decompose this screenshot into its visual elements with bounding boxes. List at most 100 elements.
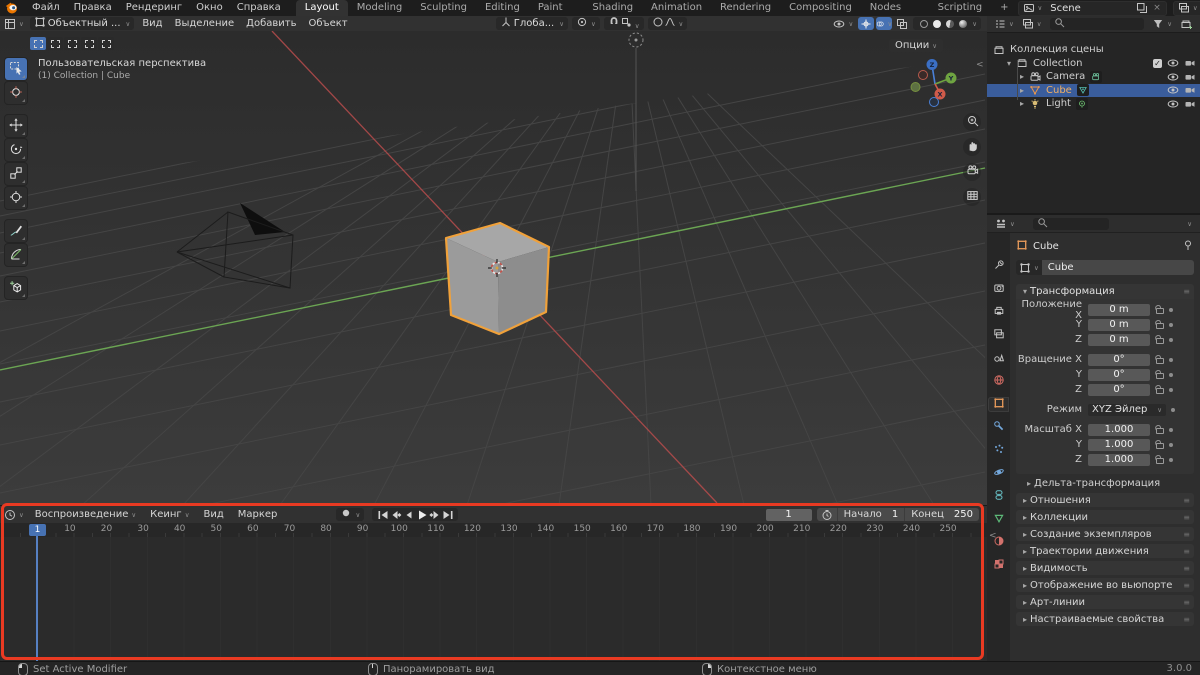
outliner-row-collection[interactable]: Collection (987, 57, 1200, 71)
play-button[interactable] (415, 509, 428, 521)
zoom-view-button[interactable] (963, 113, 981, 131)
properties-tab-modifiers[interactable] (988, 420, 1009, 435)
animate-dot-icon[interactable] (1169, 388, 1173, 392)
outliner-filter-id-icon[interactable] (1018, 18, 1046, 30)
properties-tab-constraints[interactable] (988, 489, 1009, 504)
tool-rotate[interactable] (5, 139, 27, 161)
viewport-menu-Вид[interactable]: Вид (136, 18, 168, 29)
viewport-menu-Объект[interactable]: Объект (303, 18, 354, 29)
pan-view-button[interactable] (963, 138, 981, 156)
next-keyframe-button[interactable] (428, 509, 441, 521)
pin-icon[interactable] (1182, 239, 1194, 254)
workspace-tab-Animation[interactable]: Animation (642, 0, 711, 16)
lock-icon[interactable] (1155, 385, 1164, 395)
mode-selector-dropdown[interactable]: Объектный ... (30, 17, 135, 30)
menu-Рендеринг[interactable]: Рендеринг (119, 0, 189, 16)
menu-Файл[interactable]: Файл (25, 0, 67, 16)
properties-editor-type-icon[interactable] (991, 218, 1019, 230)
animate-dot-icon[interactable] (1169, 323, 1173, 327)
timeline-editor[interactable]: ВоспроизведениеКеингВидМаркер 1 Начало 1… (0, 505, 987, 662)
section-Отображение во вьюпорте[interactable]: Отображение во вьюпорте (1016, 578, 1194, 592)
transform-panel-header[interactable]: Трансформация (1016, 284, 1194, 299)
toggle-camera-visibility[interactable] (1184, 71, 1196, 83)
tool-add-cube[interactable] (5, 277, 27, 299)
new-collection-icon[interactable] (1176, 18, 1197, 30)
toggle-eye[interactable] (1167, 71, 1179, 83)
playhead[interactable] (36, 536, 38, 662)
timeline-editor-type-icon[interactable] (0, 509, 28, 521)
outliner-display-mode-icon[interactable] (990, 18, 1018, 30)
properties-options-icon[interactable] (1180, 220, 1196, 228)
toggle-camera-visibility[interactable] (1184, 98, 1196, 110)
tool-select-box[interactable] (5, 58, 27, 80)
show-gizmo-toggle[interactable] (858, 17, 874, 30)
properties-tab-tool[interactable] (988, 259, 1009, 274)
show-object-types-icon[interactable] (829, 18, 857, 30)
rotation-x-field[interactable]: 0° (1088, 354, 1150, 366)
gizmo-neg-x[interactable] (919, 71, 928, 80)
properties-tab-world[interactable] (988, 374, 1009, 389)
tool-transform[interactable] (5, 187, 27, 209)
animate-dot-icon[interactable] (1169, 358, 1173, 362)
lock-icon[interactable] (1155, 440, 1164, 450)
lock-icon[interactable] (1155, 455, 1164, 465)
browse-scene-icon[interactable] (1021, 2, 1045, 14)
outliner-row-scene-collection[interactable]: Коллекция сцены (987, 43, 1200, 57)
section-Коллекции[interactable]: Коллекции (1016, 510, 1194, 524)
frame-start-field[interactable]: Начало 1 (837, 508, 905, 521)
shading-solid-icon[interactable] (933, 20, 941, 28)
frame-end-field[interactable]: Конец 250 (904, 508, 979, 521)
tool-measure[interactable] (5, 244, 27, 266)
select-mode-button-1[interactable] (30, 37, 46, 50)
toggle-eye[interactable] (1167, 84, 1179, 96)
section-Траектории движения[interactable]: Траектории движения (1016, 544, 1194, 558)
tool-move[interactable] (5, 115, 27, 137)
location-y-field[interactable]: 0 m (1088, 319, 1150, 331)
record-icon[interactable] (340, 507, 352, 522)
pivot-point-dropdown[interactable] (572, 17, 600, 30)
toggle-eye[interactable] (1167, 98, 1179, 110)
workspace-tab-Geometry Nodes[interactable]: Geometry Nodes (861, 0, 929, 16)
properties-tab-output[interactable] (988, 305, 1009, 320)
properties-tab-particles[interactable] (988, 443, 1009, 458)
scale-y-field[interactable]: 1.000 (1088, 439, 1150, 451)
toggle-eye[interactable] (1167, 57, 1179, 69)
use-preview-range-icon[interactable] (817, 509, 837, 521)
gizmo-neg-y[interactable] (911, 83, 920, 92)
workspace-tab-Layout[interactable]: Layout (296, 0, 348, 16)
toggle-perspective-button[interactable] (963, 188, 981, 206)
menu-Окно[interactable]: Окно (189, 0, 230, 16)
camera-view-button[interactable] (963, 163, 981, 181)
animate-dot-icon[interactable] (1169, 373, 1173, 377)
cube-object[interactable] (446, 223, 549, 334)
delta-transform-section[interactable]: Дельта-трансформация (1016, 476, 1194, 490)
outliner-filter-icon[interactable] (1148, 18, 1176, 30)
jump-to-start-button[interactable] (376, 509, 389, 521)
scale-x-field[interactable]: 1.000 (1088, 424, 1150, 436)
outliner-search-input[interactable] (1050, 18, 1145, 30)
proportional-edit-group[interactable] (648, 17, 688, 30)
object-id-icon[interactable] (1016, 260, 1042, 275)
sidebar-toggle-icon[interactable]: < (976, 60, 984, 70)
section-Создание экземпляров[interactable]: Создание экземпляров (1016, 527, 1194, 541)
navigation-gizmo[interactable]: Z Y X (909, 56, 965, 112)
properties-tab-scene[interactable] (988, 351, 1009, 366)
toggle-camera-visibility[interactable] (1184, 57, 1196, 69)
properties-tab-view-layer[interactable] (988, 328, 1009, 343)
menu-Справка[interactable]: Справка (230, 0, 288, 16)
lock-icon[interactable] (1155, 305, 1164, 315)
animate-dot-icon[interactable] (1169, 443, 1173, 447)
workspace-tab-Texture Paint[interactable]: Texture Paint (529, 0, 584, 16)
disclosure-icon[interactable] (1017, 99, 1027, 108)
workspace-tab-Sculpting[interactable]: Sculpting (411, 0, 476, 16)
rotation-mode-dropdown[interactable]: XYZ Эйлер (1088, 404, 1166, 416)
object-name-field[interactable]: Cube (1042, 260, 1194, 275)
scene-selector[interactable]: Scene (1018, 1, 1167, 16)
lock-icon[interactable] (1155, 320, 1164, 330)
section-Видимость[interactable]: Видимость (1016, 561, 1194, 575)
select-mode-button-3[interactable] (64, 37, 80, 50)
jump-to-end-button[interactable] (441, 509, 454, 521)
animate-dot-icon[interactable] (1169, 428, 1173, 432)
lock-icon[interactable] (1155, 335, 1164, 345)
section-Отношения[interactable]: Отношения (1016, 493, 1194, 507)
